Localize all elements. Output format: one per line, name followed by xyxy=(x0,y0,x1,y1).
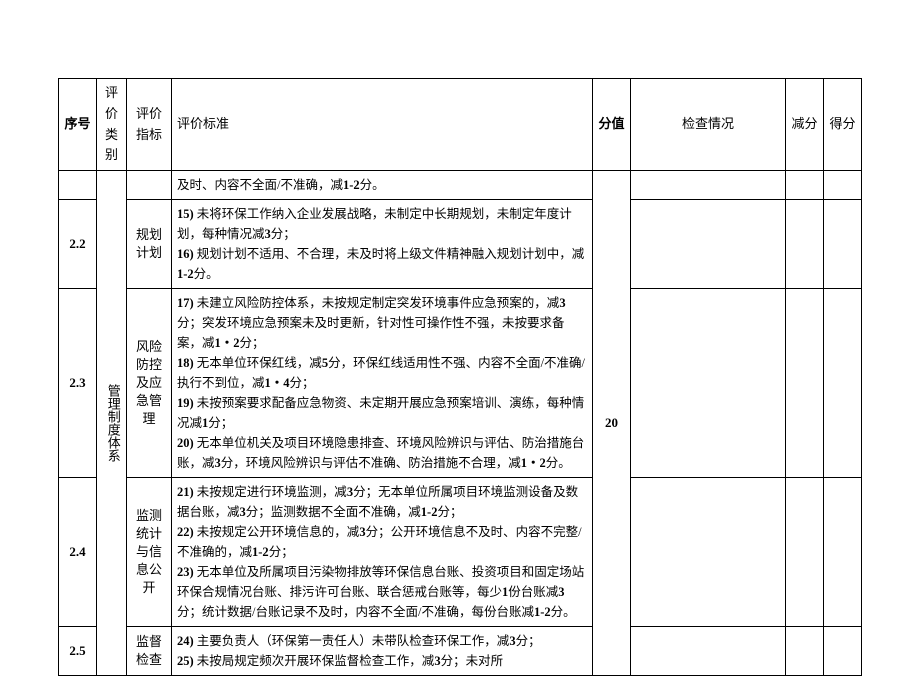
cell-indicator: 监督检查 xyxy=(127,627,172,676)
cell-score: 20 xyxy=(593,171,631,676)
header-seq: 序号 xyxy=(59,79,97,171)
cell-get xyxy=(824,289,862,478)
table-row: 2.2 规划计划 15) 未将环保工作纳入企业发展战略，未制定中长期规划，未制定… xyxy=(59,200,862,289)
cell-get xyxy=(824,478,862,627)
cell-deduct xyxy=(786,478,824,627)
cell-seq xyxy=(59,171,97,200)
cell-check xyxy=(631,289,786,478)
cell-check xyxy=(631,478,786,627)
cell-get xyxy=(824,171,862,200)
cell-deduct xyxy=(786,200,824,289)
table-row: 2.3 风险防控及应急管理 17) 未建立风险防控体系，未按规定制定突发环境事件… xyxy=(59,289,862,478)
header-ded: 减分 xyxy=(786,79,824,171)
cell-deduct xyxy=(786,289,824,478)
cell-standard: 17) 未建立风险防控体系，未按规定制定突发环境事件应急预案的，减3分；突发环境… xyxy=(172,289,593,478)
cell-category: 管理制度体系 xyxy=(97,171,127,676)
cell-check xyxy=(631,627,786,676)
cell-get xyxy=(824,627,862,676)
header-get: 得分 xyxy=(824,79,862,171)
cell-indicator: 风险防控及应急管理 xyxy=(127,289,172,478)
header-check: 检查情况 xyxy=(631,79,786,171)
header-row: 序号 评价类别 评价指标 评价标准 分值 检查情况 减分 得分 xyxy=(59,79,862,171)
cell-deduct xyxy=(786,171,824,200)
evaluation-table: 序号 评价类别 评价指标 评价标准 分值 检查情况 减分 得分 管理制度体系 及… xyxy=(58,78,862,676)
cell-seq: 2.5 xyxy=(59,627,97,676)
cell-deduct xyxy=(786,627,824,676)
cell-indicator: 监测统计与信息公开 xyxy=(127,478,172,627)
header-ind: 评价指标 xyxy=(127,79,172,171)
cell-standard: 15) 未将环保工作纳入企业发展战略，未制定中长期规划，未制定年度计划，每种情况… xyxy=(172,200,593,289)
cell-standard: 及时、内容不全面/不准确，减1-2分。 xyxy=(172,171,593,200)
table-row: 2.4 监测统计与信息公开 21) 未按规定进行环境监测，减3分；无本单位所属项… xyxy=(59,478,862,627)
table-row: 2.5 监督检查 24) 主要负责人（环保第一责任人）未带队检查环保工作，减3分… xyxy=(59,627,862,676)
cell-indicator xyxy=(127,171,172,200)
header-cat: 评价类别 xyxy=(97,79,127,171)
cell-indicator: 规划计划 xyxy=(127,200,172,289)
cell-seq: 2.2 xyxy=(59,200,97,289)
cell-seq: 2.3 xyxy=(59,289,97,478)
cell-get xyxy=(824,200,862,289)
cell-standard: 21) 未按规定进行环境监测，减3分；无本单位所属项目环境监测设备及数据台账，减… xyxy=(172,478,593,627)
cell-standard: 24) 主要负责人（环保第一责任人）未带队检查环保工作，减3分；25) 未按局规… xyxy=(172,627,593,676)
table-row: 管理制度体系 及时、内容不全面/不准确，减1-2分。 20 xyxy=(59,171,862,200)
header-score: 分值 xyxy=(593,79,631,171)
header-std: 评价标准 xyxy=(172,79,593,171)
cell-check xyxy=(631,171,786,200)
cell-check xyxy=(631,200,786,289)
cell-seq: 2.4 xyxy=(59,478,97,627)
